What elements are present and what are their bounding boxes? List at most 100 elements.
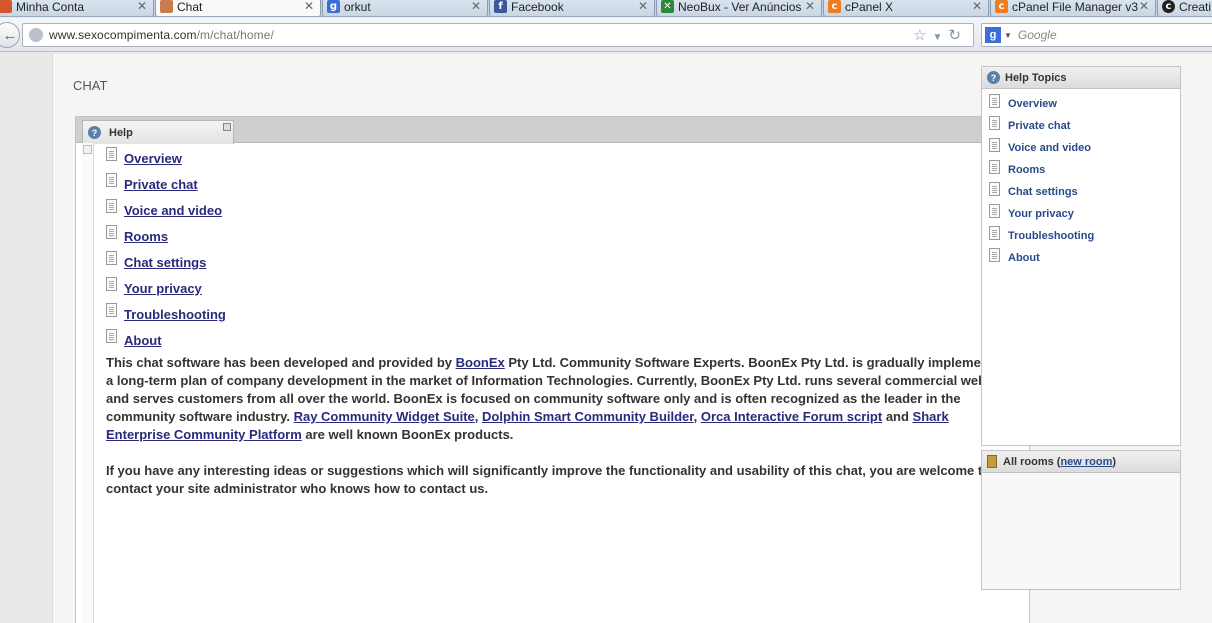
- list-item: Troubleshooting: [989, 225, 1180, 247]
- list-item: About: [106, 327, 1016, 353]
- help-topics-header: ? Help Topics: [982, 67, 1180, 89]
- tab-label: Minha Conta: [16, 0, 85, 14]
- chat-help-frame: ? Help Overview Private chat Voice and v…: [75, 116, 1030, 623]
- tab-minha-conta[interactable]: Minha Conta ✕: [0, 0, 154, 16]
- collapse-icon[interactable]: [83, 145, 92, 154]
- tab-label: Creati: [1179, 0, 1212, 14]
- document-icon: [989, 204, 1000, 218]
- tab-label: cPanel X: [845, 0, 894, 14]
- chat-favicon-icon: [160, 0, 173, 13]
- list-item: Chat settings: [106, 249, 1016, 275]
- boonex-link[interactable]: BoonEx: [456, 355, 505, 370]
- help-question-icon: ?: [88, 126, 101, 139]
- tab-chat[interactable]: Chat ✕: [155, 0, 321, 16]
- tab-neobux[interactable]: ✕ NeoBux - Ver Anúncios ✕: [656, 0, 822, 16]
- tab-label: orkut: [344, 0, 371, 14]
- tab-cpanel-file-manager[interactable]: c cPanel File Manager v3 ✕: [990, 0, 1156, 16]
- all-rooms-label: All rooms (: [1003, 455, 1061, 468]
- help-header-bar: ? Help: [76, 117, 1029, 144]
- help-topics-list: Overview Private chat Voice and video Ro…: [982, 89, 1180, 269]
- tab-label: Chat: [177, 0, 203, 14]
- collapse-gutter: [82, 143, 94, 623]
- list-item: Private chat: [106, 171, 1016, 197]
- contact-paragraph: If you have any interesting ideas or sug…: [106, 463, 991, 496]
- help-topics-panel: ? Help Topics Overview Private chat Voic…: [981, 66, 1181, 446]
- help-link-voice-and-video[interactable]: Voice and video: [124, 203, 222, 218]
- address-bar[interactable]: www.sexocompimenta.com/m/chat/home/ ☆▼↻: [22, 23, 974, 47]
- document-icon: [106, 303, 117, 317]
- topic-your-privacy[interactable]: Your privacy: [1008, 208, 1074, 220]
- topic-troubleshooting[interactable]: Troubleshooting: [1008, 230, 1094, 242]
- close-tab-icon[interactable]: ✕: [638, 0, 648, 13]
- close-tab-icon[interactable]: ✕: [471, 0, 481, 13]
- topic-about[interactable]: About: [1008, 252, 1040, 264]
- ray-link[interactable]: Ray Community Widget Suite: [294, 409, 475, 424]
- search-bar[interactable]: g ▼ Google: [981, 23, 1212, 47]
- list-item: Overview: [106, 145, 1016, 171]
- help-link-chat-settings[interactable]: Chat settings: [124, 255, 206, 270]
- list-item: Your privacy: [989, 203, 1180, 225]
- search-input[interactable]: Google: [1018, 28, 1057, 42]
- help-link-private-chat[interactable]: Private chat: [124, 177, 198, 192]
- help-link-rooms[interactable]: Rooms: [124, 229, 168, 244]
- tab-creative-commons[interactable]: c Creati: [1157, 0, 1212, 16]
- close-tab-icon[interactable]: ✕: [137, 0, 147, 13]
- document-icon: [106, 199, 117, 213]
- help-link-list: Overview Private chat Voice and video Ro…: [106, 145, 1016, 353]
- close-tab-icon[interactable]: ✕: [1139, 0, 1149, 13]
- close-tab-icon[interactable]: ✕: [304, 0, 314, 13]
- bookmark-star-icon[interactable]: ☆: [913, 27, 932, 44]
- dolphin-link[interactable]: Dolphin Smart Community Builder: [482, 409, 694, 424]
- topic-private-chat[interactable]: Private chat: [1008, 120, 1070, 132]
- topic-overview[interactable]: Overview: [1008, 98, 1057, 110]
- minimize-icon[interactable]: [223, 123, 231, 131]
- cpanel-favicon-icon: c: [828, 0, 841, 13]
- document-icon: [106, 277, 117, 291]
- account-favicon-icon: [0, 0, 12, 13]
- topic-rooms[interactable]: Rooms: [1008, 164, 1045, 176]
- document-icon: [989, 182, 1000, 196]
- document-icon: [989, 116, 1000, 130]
- new-room-link[interactable]: new room: [1060, 456, 1112, 468]
- all-rooms-header: All rooms (new room): [982, 451, 1180, 473]
- google-search-engine-icon[interactable]: g: [985, 27, 1001, 43]
- document-icon: [106, 251, 117, 265]
- tab-cpanel-x[interactable]: c cPanel X ✕: [823, 0, 989, 16]
- list-item: Chat settings: [989, 181, 1180, 203]
- url-bar-icons: ☆▼↻: [913, 26, 967, 44]
- all-rooms-close-paren: ): [1112, 455, 1117, 468]
- help-link-about[interactable]: About: [124, 333, 162, 348]
- list-item: About: [989, 247, 1180, 269]
- help-link-your-privacy[interactable]: Your privacy: [124, 281, 202, 296]
- close-tab-icon[interactable]: ✕: [972, 0, 982, 13]
- site-identity-icon[interactable]: [29, 28, 43, 42]
- document-icon: [106, 147, 117, 161]
- reload-icon[interactable]: ↻: [948, 27, 967, 44]
- browser-tab-strip: Minha Conta ✕ Chat ✕ g orkut ✕ f Faceboo…: [0, 0, 1212, 17]
- orca-link[interactable]: Orca Interactive Forum script: [701, 409, 882, 424]
- google-favicon-icon: g: [327, 0, 340, 13]
- tab-facebook[interactable]: f Facebook ✕: [489, 0, 655, 16]
- creative-commons-favicon-icon: c: [1162, 0, 1175, 13]
- document-icon: [106, 173, 117, 187]
- tab-orkut[interactable]: g orkut ✕: [322, 0, 488, 16]
- help-question-icon: ?: [987, 71, 1000, 84]
- tab-label: NeoBux - Ver Anúncios: [678, 0, 802, 14]
- close-tab-icon[interactable]: ✕: [805, 0, 815, 13]
- page-title: CHAT: [73, 78, 108, 93]
- topic-voice-and-video[interactable]: Voice and video: [1008, 142, 1091, 154]
- list-item: Your privacy: [106, 275, 1016, 301]
- url-text: www.sexocompimenta.com/m/chat/home/: [49, 28, 274, 42]
- search-engine-dropdown-icon[interactable]: ▼: [1004, 31, 1012, 40]
- help-link-troubleshooting[interactable]: Troubleshooting: [124, 307, 226, 322]
- url-dropdown-icon[interactable]: ▼: [933, 32, 949, 43]
- help-link-overview[interactable]: Overview: [124, 151, 182, 166]
- document-icon: [989, 138, 1000, 152]
- document-icon: [989, 160, 1000, 174]
- neobux-favicon-icon: ✕: [661, 0, 674, 13]
- help-tab[interactable]: ? Help: [82, 120, 234, 144]
- back-arrow-icon[interactable]: ←: [0, 22, 20, 48]
- list-item: Voice and video: [106, 197, 1016, 223]
- list-item: Voice and video: [989, 137, 1180, 159]
- topic-chat-settings[interactable]: Chat settings: [1008, 186, 1078, 198]
